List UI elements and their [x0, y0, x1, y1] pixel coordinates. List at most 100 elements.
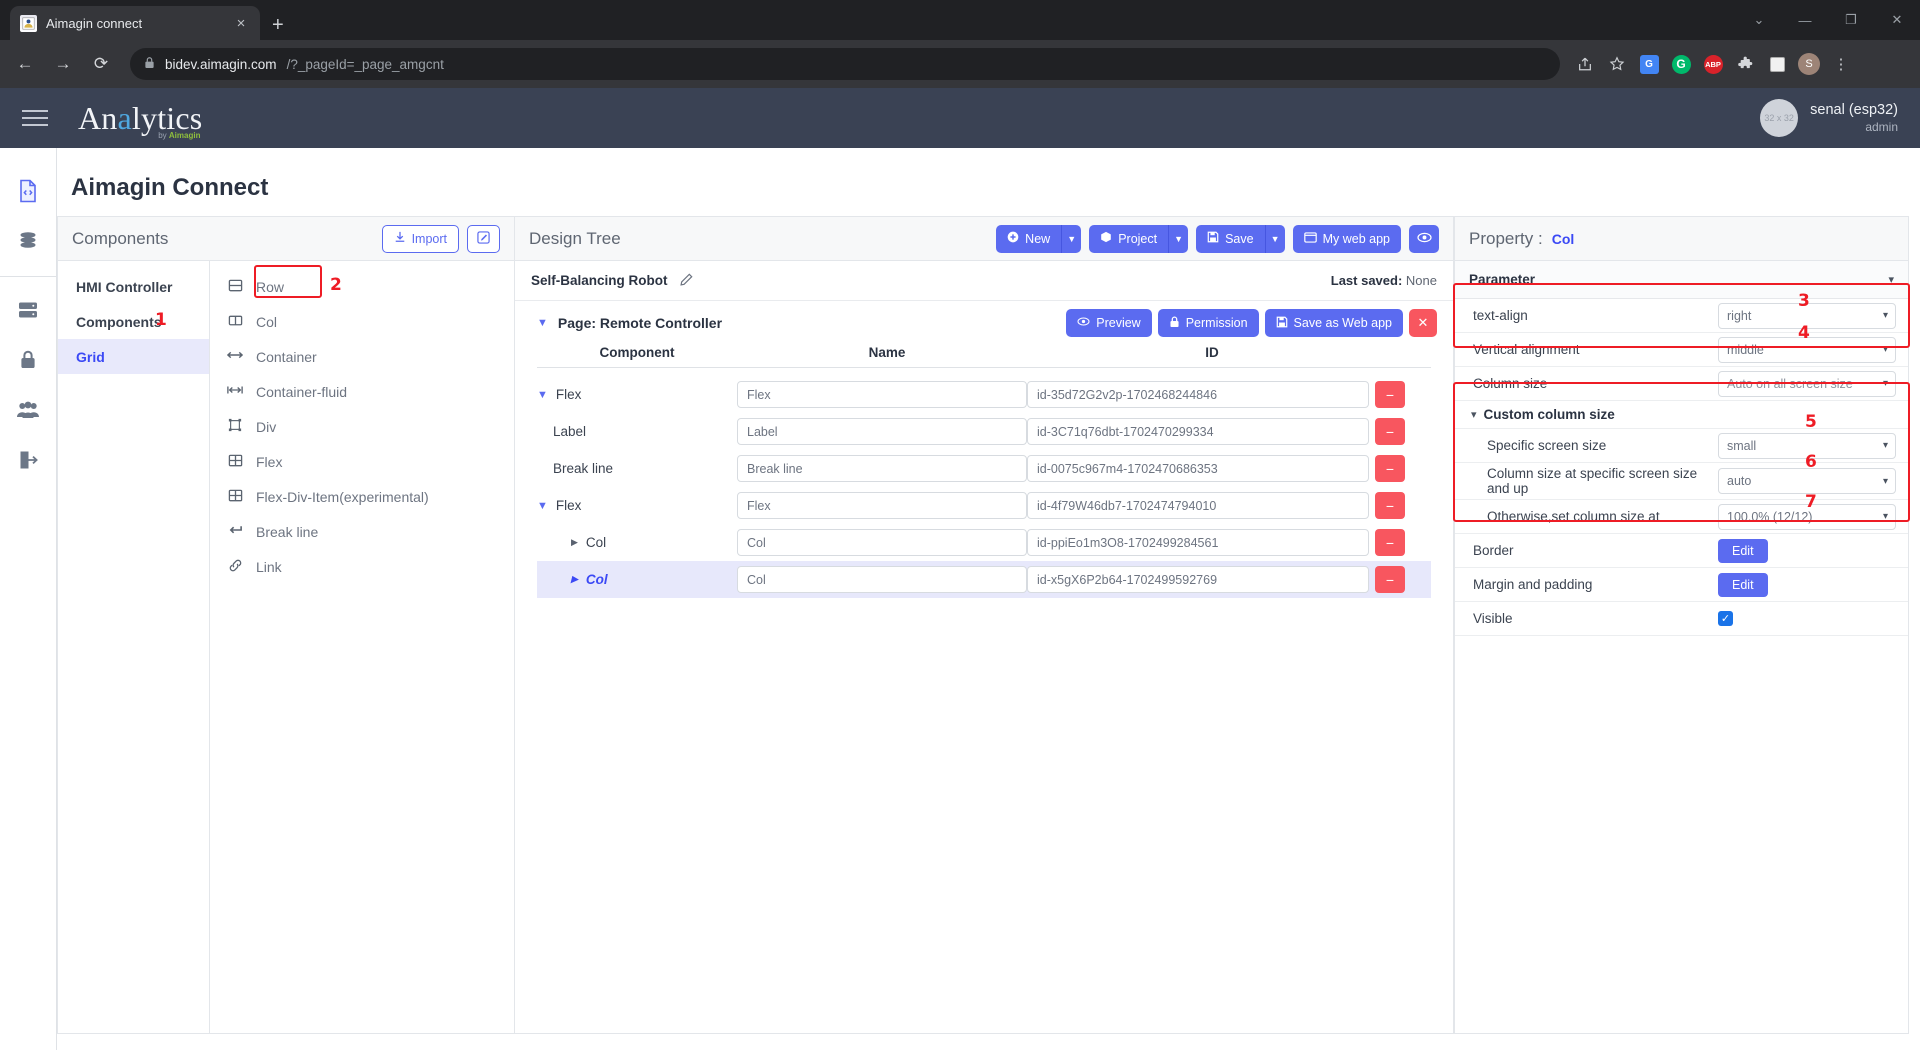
bookmark-star-icon[interactable] — [1604, 51, 1630, 77]
table-row[interactable]: ▼ Flex Flex id-4f79W46db7-1702474794010 … — [537, 487, 1431, 524]
new-caret-icon[interactable]: ▼ — [1061, 224, 1082, 253]
edit-components-button[interactable] — [467, 224, 500, 253]
save-as-web-app-button[interactable]: Save as Web app — [1264, 309, 1403, 337]
user-menu[interactable]: 32 x 32 senal (esp32) admin — [1760, 99, 1898, 137]
permission-button[interactable]: Permission — [1157, 309, 1259, 337]
back-icon[interactable]: ← — [8, 47, 42, 81]
import-button[interactable]: Import — [381, 224, 459, 253]
row-id-cell[interactable]: id-0075c967m4-1702470686353 — [1027, 455, 1369, 482]
row-name-cell[interactable]: Col — [737, 529, 1027, 556]
chrome-menu-icon[interactable]: ⋮ — [1828, 51, 1854, 77]
menu-hamburger-icon[interactable] — [22, 110, 56, 126]
database-icon[interactable] — [5, 218, 51, 264]
category-hmi-controller[interactable]: HMI Controller — [58, 269, 209, 304]
component-item-row[interactable]: Row — [210, 269, 514, 304]
logout-icon[interactable] — [5, 437, 51, 483]
row-id-cell[interactable]: id-4f79W46db7-1702474794010 — [1027, 492, 1369, 519]
row-name-cell[interactable]: Flex — [737, 381, 1027, 408]
save-button[interactable]: Save — [1196, 224, 1265, 253]
border-edit-button[interactable]: Edit — [1718, 538, 1768, 563]
row-name-cell[interactable]: Break line — [737, 455, 1027, 482]
sidepanel-icon[interactable] — [1764, 51, 1790, 77]
name-input[interactable]: Flex — [737, 492, 1027, 519]
id-input[interactable]: id-x5gX6P2b64-1702499592769 — [1027, 566, 1369, 593]
component-item-container[interactable]: Container — [210, 339, 514, 374]
extensions-puzzle-icon[interactable] — [1732, 51, 1758, 77]
name-input[interactable]: Break line — [737, 455, 1027, 482]
page-expand-caret-icon[interactable]: ▼ — [537, 317, 548, 329]
new-button[interactable]: New — [996, 224, 1062, 253]
browser-tab[interactable]: Aimagin connect × — [10, 6, 260, 40]
collapse-caret-icon[interactable]: ▶ — [571, 574, 578, 585]
remove-row-button[interactable]: − — [1375, 455, 1405, 482]
id-input[interactable]: id-0075c967m4-1702470686353 — [1027, 455, 1369, 482]
component-item-link[interactable]: Link — [210, 549, 514, 584]
preview-button[interactable]: Preview — [1066, 309, 1152, 337]
id-input[interactable]: id-35d72G2v2p-1702468244846 — [1027, 381, 1369, 408]
component-item-col[interactable]: Col — [210, 304, 514, 339]
new-tab-button[interactable]: + — [272, 15, 284, 35]
expand-caret-icon[interactable]: ▼ — [537, 389, 548, 401]
row-id-cell[interactable]: id-35d72G2v2p-1702468244846 — [1027, 381, 1369, 408]
id-input[interactable]: id-ppiEo1m3O8-1702499284561 — [1027, 529, 1369, 556]
close-page-button[interactable]: ✕ — [1409, 309, 1437, 337]
table-row[interactable]: Break line Break line id-0075c967m4-1702… — [537, 450, 1431, 487]
id-input[interactable]: id-3C71q76dbt-1702470299334 — [1027, 418, 1369, 445]
row-name-cell[interactable]: Col — [737, 566, 1027, 593]
visible-checkbox[interactable]: ✓ — [1718, 611, 1733, 626]
profile-avatar-icon[interactable]: S — [1796, 51, 1822, 77]
parameter-section-header[interactable]: Parameter ▾ — [1455, 261, 1908, 299]
expand-caret-icon[interactable]: ▼ — [537, 500, 548, 512]
row-id-cell[interactable]: id-x5gX6P2b64-1702499592769 — [1027, 566, 1369, 593]
forward-icon[interactable]: → — [46, 47, 80, 81]
file-code-icon[interactable] — [5, 168, 51, 214]
remove-row-button[interactable]: − — [1375, 418, 1405, 445]
component-item-break-line[interactable]: Break line — [210, 514, 514, 549]
name-input[interactable]: Flex — [737, 381, 1027, 408]
save-caret-icon[interactable]: ▼ — [1264, 224, 1285, 253]
row-id-cell[interactable]: id-3C71q76dbt-1702470299334 — [1027, 418, 1369, 445]
chevron-down-icon[interactable]: ▾ — [1888, 273, 1894, 286]
category-components[interactable]: Components — [58, 304, 209, 339]
project-caret-icon[interactable]: ▼ — [1168, 224, 1189, 253]
project-button[interactable]: Project — [1089, 224, 1169, 253]
share-icon[interactable] — [1572, 51, 1598, 77]
minimize-icon[interactable]: — — [1782, 13, 1828, 28]
component-item-div[interactable]: Div — [210, 409, 514, 444]
table-row[interactable]: Label Label id-3C71q76dbt-1702470299334 … — [537, 413, 1431, 450]
row-id-cell[interactable]: id-ppiEo1m3O8-1702499284561 — [1027, 529, 1369, 556]
row-name-cell[interactable]: Label — [737, 418, 1027, 445]
server-icon[interactable] — [5, 287, 51, 333]
lock-icon[interactable] — [5, 337, 51, 383]
column-size-select[interactable]: Auto on all screen size ▾ — [1718, 370, 1896, 397]
custom-column-size-header[interactable]: ▾ Custom column size — [1455, 401, 1908, 429]
column-size-at-screen-select[interactable]: auto ▾ — [1718, 468, 1896, 494]
remove-row-button[interactable]: − — [1375, 492, 1405, 519]
collapse-caret-icon[interactable]: ▶ — [571, 537, 578, 548]
otherwise-column-size-select[interactable]: 100.0% (12/12) ▾ — [1718, 503, 1896, 530]
component-item-container-fluid[interactable]: Container-fluid — [210, 374, 514, 409]
text-align-select[interactable]: right ▾ — [1718, 302, 1896, 329]
reload-icon[interactable]: ⟳ — [84, 47, 118, 81]
component-item-flex-div-item[interactable]: Flex-Div-Item(experimental) — [210, 479, 514, 514]
preview-eye-button[interactable] — [1409, 224, 1439, 253]
table-row[interactable]: ▶ Col Col id-x5gX6P2b64-1702499592769 − — [537, 561, 1431, 598]
name-input[interactable]: Col — [737, 529, 1027, 556]
tab-search-chevron-icon[interactable]: ⌄ — [1736, 12, 1782, 28]
component-item-flex[interactable]: Flex — [210, 444, 514, 479]
specific-screen-size-select[interactable]: small ▾ — [1718, 432, 1896, 459]
my-web-app-button[interactable]: My web app — [1292, 224, 1401, 253]
address-bar[interactable]: bidev.aimagin.com /?_pageId=_page_amgcnt — [130, 48, 1560, 80]
table-row[interactable]: ▶ Col Col id-ppiEo1m3O8-1702499284561 − — [537, 524, 1431, 561]
pencil-icon[interactable] — [679, 272, 693, 289]
table-row[interactable]: ▼ Flex Flex id-35d72G2v2p-1702468244846 … — [537, 376, 1431, 413]
close-window-icon[interactable]: ✕ — [1874, 12, 1920, 28]
adblock-plus-icon[interactable]: ABP — [1700, 51, 1726, 77]
google-translate-icon[interactable]: G — [1636, 51, 1662, 77]
id-input[interactable]: id-4f79W46db7-1702474794010 — [1027, 492, 1369, 519]
margin-padding-edit-button[interactable]: Edit — [1718, 572, 1768, 597]
name-input[interactable]: Col — [737, 566, 1027, 593]
users-icon[interactable] — [5, 387, 51, 433]
remove-row-button[interactable]: − — [1375, 381, 1405, 408]
category-grid[interactable]: Grid — [58, 339, 209, 374]
